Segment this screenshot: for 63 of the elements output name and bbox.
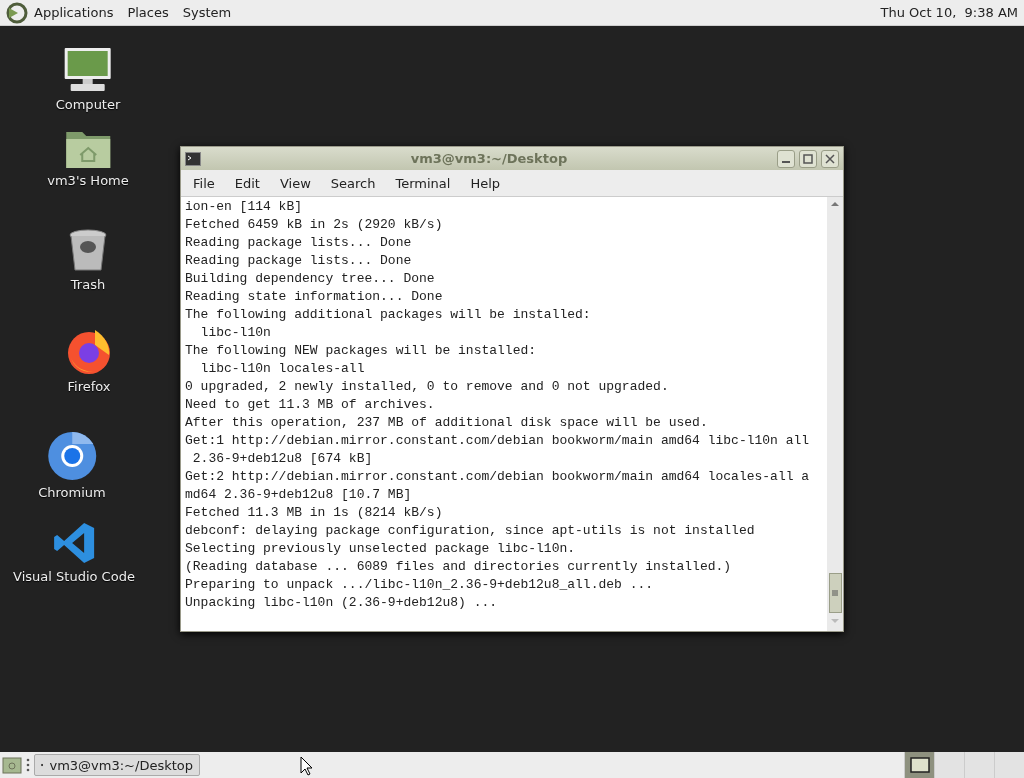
grip-icon [832, 590, 838, 596]
computer-icon [63, 47, 113, 93]
scrollbar-thumb[interactable] [828, 573, 842, 613]
panel-menu[interactable]: System [182, 5, 232, 20]
terminal-line: Reading package lists... Done [185, 234, 413, 252]
terminal-line: Get:1 http://debian.mirror.constant.com/debian bookworm/main amd64 libc-l10n all [185, 432, 811, 450]
taskbar-button[interactable]: vm3@vm3:~/Desktop [34, 754, 200, 776]
terminal-line: Reading package lists... Done [185, 252, 413, 270]
terminal-line: 2.36-9+deb12u8 [674 kB] [191, 450, 374, 468]
chromium-icon [47, 431, 97, 481]
maximize-icon [803, 153, 813, 164]
terminal-line: 0 upgraded, 2 newly installed, 0 to remove and 0 not upgraded. [185, 378, 670, 396]
icon-label[interactable]: Computer [55, 97, 121, 112]
terminal-line: Building dependency tree... Done [185, 270, 436, 288]
scroll-up-arrow-icon[interactable] [831, 200, 839, 208]
trash-icon [68, 229, 108, 273]
close-icon [825, 153, 835, 164]
workspace-button[interactable] [904, 752, 934, 778]
terminal-line: Reading state information... Done [185, 288, 444, 306]
drag-handle-icon[interactable] [26, 757, 30, 773]
cursor-icon [300, 756, 314, 776]
terminal-line: libc-l10n [199, 324, 272, 342]
panel-menu[interactable]: Applications [34, 5, 114, 20]
home-folder-icon [65, 129, 111, 169]
menu-item[interactable]: View [269, 175, 321, 191]
terminal-line: ion-en [114 kB] [185, 198, 304, 216]
terminal-line: md64 2.36-9+deb12u8 [10.7 MB] [185, 486, 413, 504]
panel-menu[interactable]: Places [127, 5, 169, 20]
icon-label[interactable]: Trash [70, 277, 106, 292]
clock[interactable]: Thu Oct 10, 9:38 AM [880, 5, 1018, 20]
icon-label[interactable]: Visual Studio Code [13, 569, 135, 584]
minimize-icon [782, 160, 790, 163]
icon-label[interactable]: vm3's Home [47, 173, 129, 188]
terminal-line: Unpacking libc-l10n (2.36-9+deb12u8) ... [185, 594, 499, 612]
menu-item[interactable]: Help [460, 175, 511, 191]
terminal-line: The following additional packages will be installed: [185, 306, 592, 324]
terminal-line: debconf: delaying package configuration, since apt-utils is not installed [185, 522, 756, 540]
terminal-line: Fetched 6459 kB in 2s (2920 kB/s) [185, 216, 444, 234]
terminal-line: Selecting previously unselected package libc-l10n. [185, 540, 577, 558]
terminal-line: Need to get 11.3 MB of archives. [185, 396, 436, 414]
menu-item[interactable]: Edit [224, 175, 270, 191]
terminal-line: (Reading database ... 6089 files and directories currently installed.) [185, 558, 733, 576]
scrollbar[interactable] [827, 197, 843, 631]
workspace-thumbnail-icon [909, 757, 930, 773]
terminal-line: libc-l10n locales-all [199, 360, 366, 378]
maximize-button[interactable] [799, 149, 817, 168]
terminal-line: After this operation, 237 MB of additional disk space will be used. [185, 414, 709, 432]
show-desktop-icon[interactable] [2, 755, 22, 775]
logo-icon[interactable] [6, 1, 28, 24]
icon-label[interactable]: Firefox [67, 379, 111, 394]
menu-item[interactable]: Search [320, 175, 386, 191]
firefox-icon [65, 327, 113, 375]
menu-item[interactable]: File [183, 175, 225, 191]
menu-item[interactable]: Terminal [385, 175, 461, 191]
terminal-line: The following NEW packages will be installed: [185, 342, 538, 360]
terminal-line: Get:2 http://debian.mirror.constant.com/debian bookworm/main amd64 locales-all a [185, 468, 811, 486]
terminal-line: Preparing to unpack .../libc-l10n_2.36-9+deb12u8_all.deb ... [185, 576, 655, 594]
vscode-icon [52, 521, 96, 565]
window-title: vm3@vm3:~/Desktop [409, 151, 569, 166]
terminal-line: Fetched 11.3 MB in 1s (8214 kB/s) [185, 504, 444, 522]
close-button[interactable] [821, 149, 839, 168]
minimize-button[interactable] [777, 149, 795, 168]
icon-label[interactable]: Chromium [38, 485, 106, 500]
